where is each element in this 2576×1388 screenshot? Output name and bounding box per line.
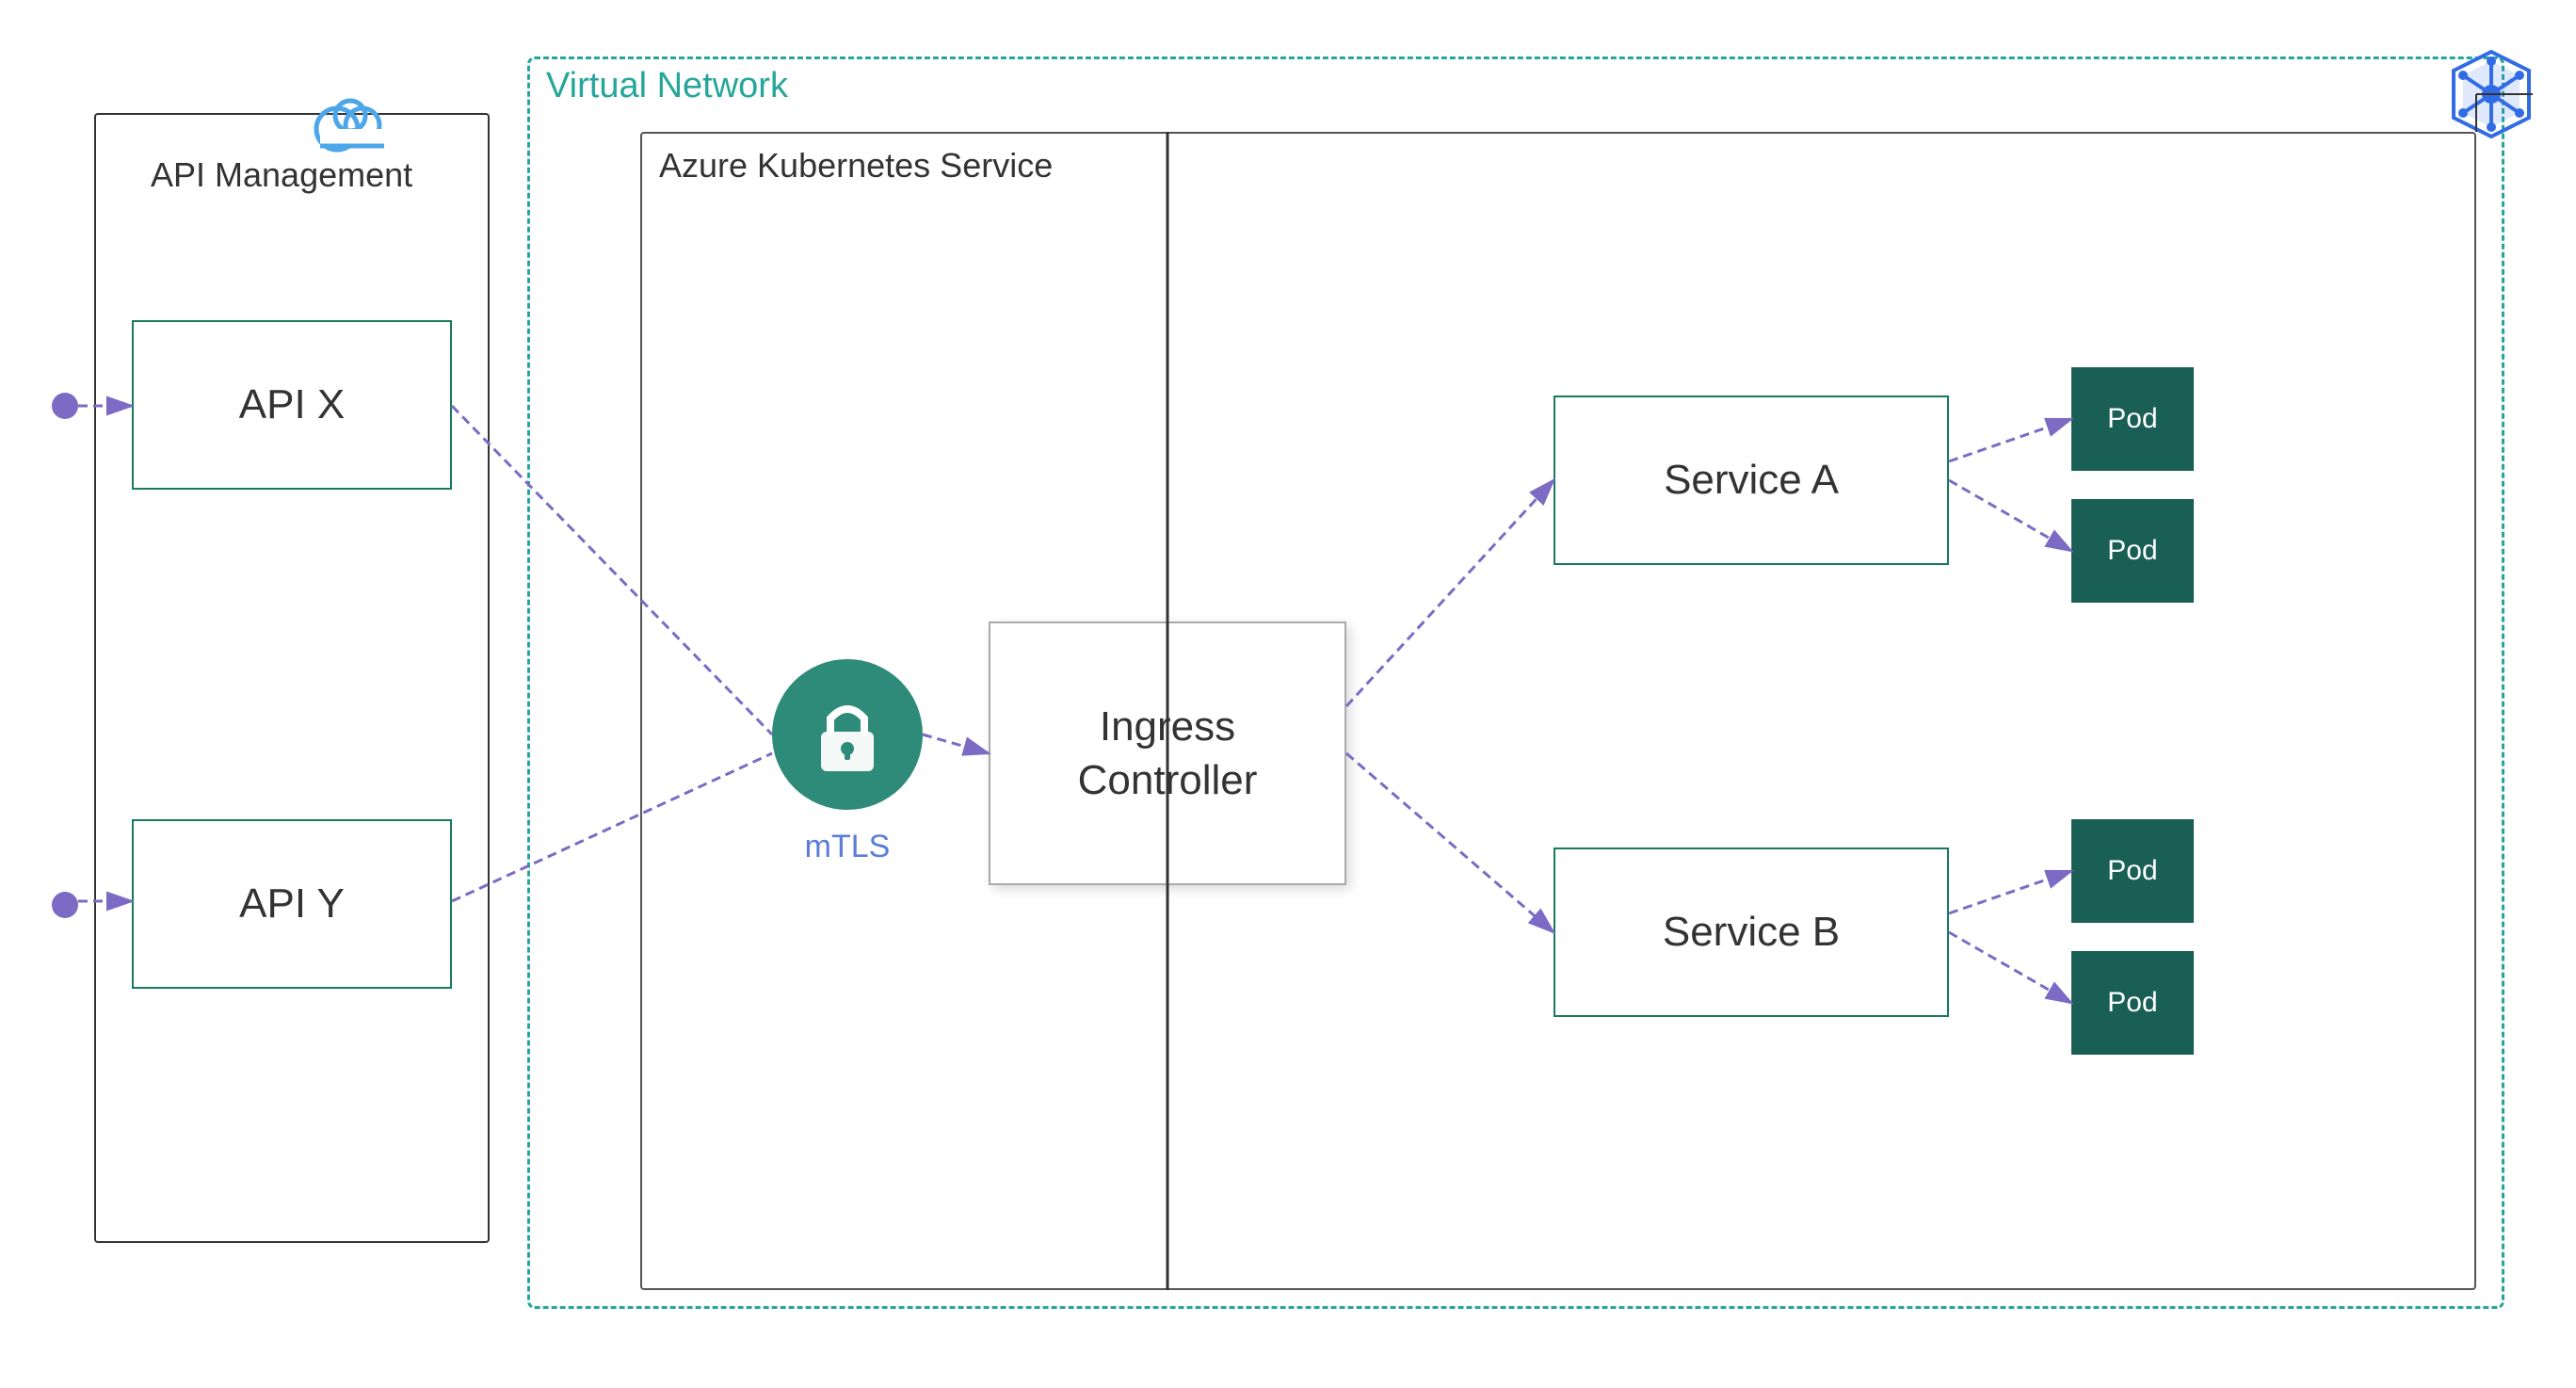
pod-b1-label: Pod [2107, 855, 2157, 887]
cloud-icon [311, 89, 395, 155]
service-b-box: Service B [1554, 847, 1949, 1017]
pod-a2-label: Pod [2107, 535, 2157, 567]
client-dot-2 [52, 892, 78, 918]
mtls-circle [772, 659, 923, 810]
virtual-network-label: Virtual Network [546, 66, 788, 106]
service-a-label: Service A [1664, 457, 1839, 504]
pod-a1-label: Pod [2107, 403, 2157, 435]
ingress-controller-label: IngressController [1078, 700, 1258, 807]
apim-label: API Management [151, 155, 412, 195]
lock-icon [810, 692, 885, 777]
client-dot-1 [52, 393, 78, 419]
api-x-label: API X [239, 381, 346, 428]
service-b-label: Service B [1663, 909, 1840, 956]
pod-b2-label: Pod [2107, 987, 2157, 1019]
pod-a2: Pod [2071, 499, 2194, 603]
mtls-label: mTLS [791, 829, 904, 865]
diagram-container: Virtual Network Azure Kubernetes Service… [0, 0, 2576, 1388]
service-a-box: Service A [1554, 395, 1949, 565]
api-y-label: API Y [239, 880, 345, 928]
pod-a1: Pod [2071, 367, 2194, 471]
apim-box [94, 113, 490, 1243]
api-x-box: API X [132, 320, 452, 490]
aks-label: Azure Kubernetes Service [659, 146, 1053, 186]
pod-b2: Pod [2071, 951, 2194, 1055]
kubernetes-icon [2444, 47, 2538, 141]
pod-b1: Pod [2071, 819, 2194, 923]
api-y-box: API Y [132, 819, 452, 989]
ingress-controller-box: IngressController [989, 621, 1346, 885]
